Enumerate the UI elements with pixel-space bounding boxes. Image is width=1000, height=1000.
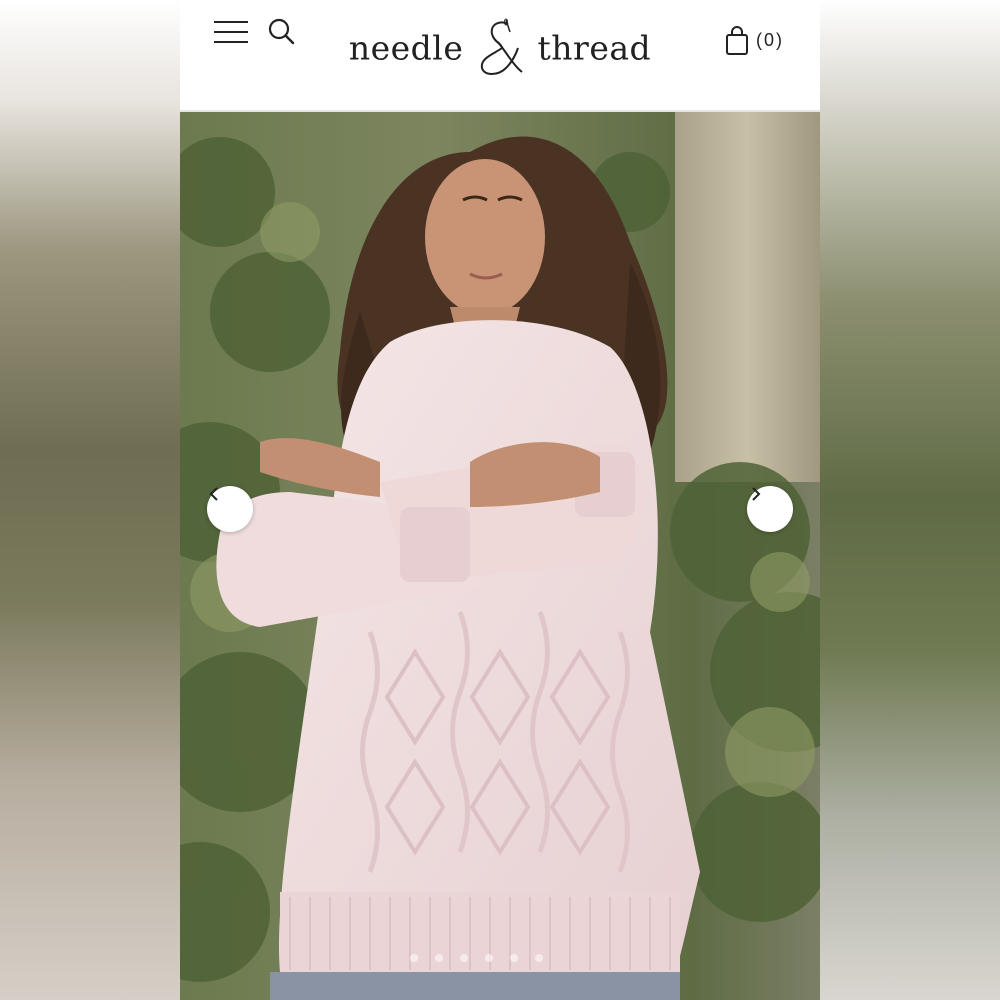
site-header: needle thread (0) <box>180 0 820 112</box>
carousel-dots <box>410 954 590 964</box>
carousel-dot[interactable] <box>535 954 543 962</box>
blurred-backdrop-right <box>820 0 1000 1000</box>
product-image[interactable] <box>180 112 820 1000</box>
chevron-left-icon <box>209 487 218 501</box>
logo-word-left: needle <box>348 28 464 68</box>
carousel-dot[interactable] <box>485 954 493 962</box>
shopping-bag-icon <box>726 26 748 55</box>
logo-word-right: thread <box>537 28 652 68</box>
chevron-right-icon <box>752 487 761 501</box>
logo-needle-ampersand-icon <box>472 18 528 78</box>
mobile-page: needle thread (0) <box>180 0 820 1000</box>
cart-count: (0) <box>756 30 784 50</box>
carousel-dot[interactable] <box>460 954 468 962</box>
carousel-dot[interactable] <box>410 954 418 962</box>
next-image-button[interactable] <box>747 486 793 532</box>
carousel-dot[interactable] <box>435 954 443 962</box>
carousel-dot[interactable] <box>510 954 518 962</box>
previous-image-button[interactable] <box>207 486 253 532</box>
blurred-backdrop-left <box>0 0 180 1000</box>
